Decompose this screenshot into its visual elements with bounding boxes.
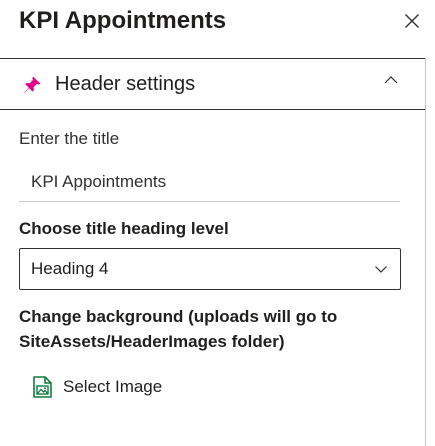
heading-level-value: Heading 4	[31, 259, 109, 278]
chevron-up-icon[interactable]	[383, 74, 399, 86]
header-settings-section[interactable]: Header settings	[0, 58, 425, 110]
select-image-button[interactable]: Select Image	[31, 372, 162, 402]
select-image-label: Select Image	[63, 377, 163, 396]
background-label: Change background (uploads will go to Si…	[19, 307, 338, 351]
title-field-label: Enter the title	[19, 129, 120, 148]
pin-icon	[24, 76, 41, 93]
close-button[interactable]	[400, 9, 424, 33]
title-input[interactable]	[19, 162, 400, 202]
chevron-down-icon	[375, 266, 387, 273]
section-title: Header settings	[55, 73, 196, 95]
close-icon	[405, 14, 419, 28]
scroll-border	[425, 58, 426, 446]
heading-level-dropdown[interactable]: Heading 4	[19, 248, 401, 290]
panel-title: KPI Appointments	[19, 7, 227, 34]
image-file-icon	[33, 376, 52, 398]
heading-level-label: Choose title heading level	[19, 219, 229, 238]
